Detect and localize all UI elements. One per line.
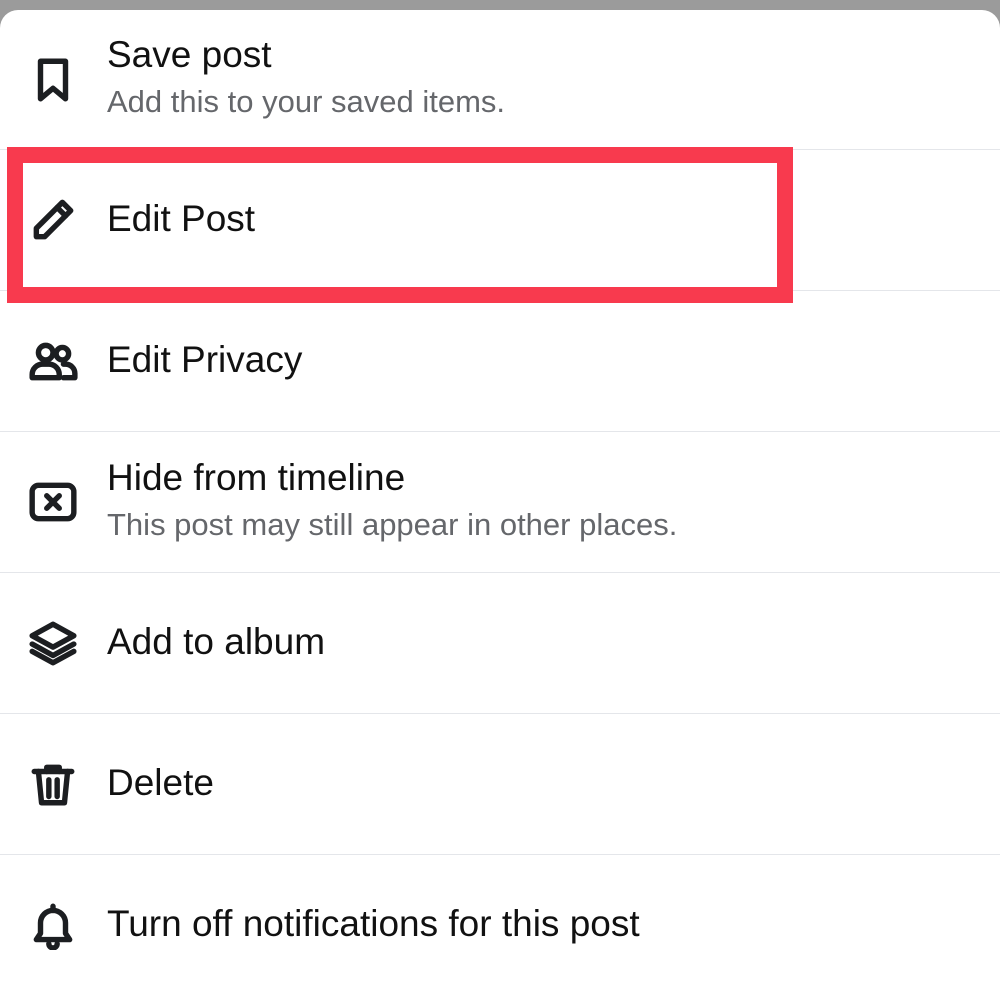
menu-item-text: Edit Post	[107, 197, 980, 241]
menu-item-text: Add to album	[107, 620, 980, 664]
menu-item-hide-from-timeline[interactable]: Hide from timeline This post may still a…	[0, 432, 1000, 573]
bookmark-icon	[26, 53, 80, 107]
menu-item-description: This post may still appear in other plac…	[107, 507, 678, 542]
menu-item-edit-post[interactable]: Edit Post	[0, 150, 1000, 291]
menu-item-add-to-album[interactable]: Add to album	[0, 573, 1000, 714]
action-sheet: Save post Add this to your saved items. …	[0, 10, 1000, 995]
menu-item-label: Save post	[107, 34, 272, 75]
trash-icon	[26, 757, 80, 811]
menu-item-delete[interactable]: Delete	[0, 714, 1000, 855]
menu-item-label: Hide from timeline	[107, 457, 406, 498]
menu-item-label: Delete	[107, 762, 214, 803]
menu-item-text: Save post Add this to your saved items.	[107, 33, 980, 122]
menu-item-label: Edit Privacy	[107, 339, 303, 380]
menu-item-label: Turn off notifications for this post	[107, 903, 640, 944]
menu-item-text: Edit Privacy	[107, 338, 980, 382]
menu-item-turn-off-notifications[interactable]: Turn off notifications for this post	[0, 855, 1000, 995]
menu-item-text: Hide from timeline This post may still a…	[107, 456, 980, 545]
pencil-icon	[26, 193, 80, 247]
menu-item-text: Delete	[107, 761, 980, 805]
menu-item-save-post[interactable]: Save post Add this to your saved items.	[0, 10, 1000, 150]
menu-item-edit-privacy[interactable]: Edit Privacy	[0, 291, 1000, 432]
menu-item-description: Add this to your saved items.	[107, 84, 506, 119]
menu-item-label: Add to album	[107, 621, 326, 662]
layers-icon	[26, 616, 80, 670]
post-options-menu: Save post Add this to your saved items. …	[0, 10, 1000, 995]
bell-icon	[26, 898, 80, 952]
people-icon	[26, 334, 80, 388]
close-box-icon	[26, 475, 80, 529]
menu-item-label: Edit Post	[107, 198, 256, 239]
menu-item-text: Turn off notifications for this post	[107, 902, 980, 946]
